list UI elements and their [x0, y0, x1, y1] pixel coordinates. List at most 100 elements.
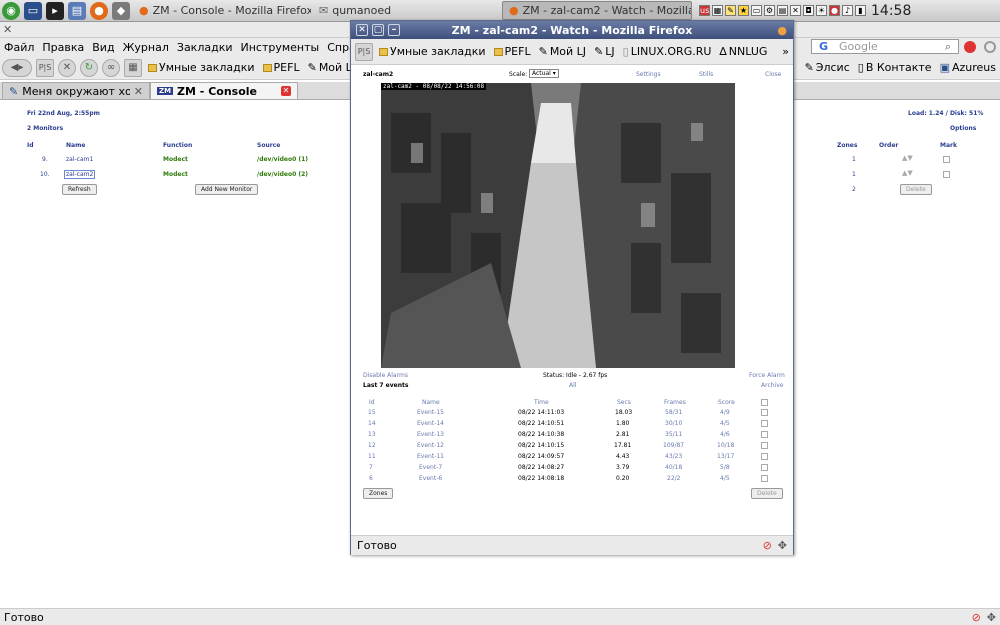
- volume-icon[interactable]: ♪: [842, 5, 853, 16]
- scale-select[interactable]: Actual ▾: [529, 69, 559, 78]
- bookmark-my-lj[interactable]: ✎ Мой LJ: [535, 45, 590, 58]
- network-icon[interactable]: ▦: [712, 5, 723, 16]
- ev-col-time[interactable]: Time: [534, 399, 549, 406]
- zones-button[interactable]: Zones: [363, 488, 394, 499]
- addon-icon[interactable]: ✥: [987, 611, 996, 624]
- grid-icon[interactable]: ▦: [124, 58, 142, 77]
- event-checkbox[interactable]: [761, 409, 768, 416]
- trash-icon[interactable]: ✕: [790, 5, 801, 16]
- task-watch[interactable]: ● ZM - zal-cam2 - Watch - Mozilla Firefo…: [502, 1, 692, 20]
- select-all-checkbox[interactable]: [761, 399, 768, 406]
- bookmark-smart[interactable]: Умные закладки: [375, 45, 490, 58]
- bookmark-nnlug[interactable]: ∆ NNLUG: [715, 45, 771, 58]
- folder-icon[interactable]: ▭: [751, 5, 762, 16]
- tab-close-icon[interactable]: ✕: [281, 86, 291, 96]
- monitor-source[interactable]: /dev/video0 (2): [257, 171, 308, 178]
- menu-edit[interactable]: Правка: [38, 41, 88, 54]
- tab-other[interactable]: ✎ Меня окружают хорош... ✕: [2, 82, 150, 99]
- notes-icon[interactable]: ✎: [725, 5, 736, 16]
- force-alarm-link[interactable]: Force Alarm: [749, 372, 785, 379]
- adblock-status-icon[interactable]: ⊘: [763, 539, 772, 552]
- event-checkbox[interactable]: [761, 431, 768, 438]
- monitor-source[interactable]: /dev/video0 (1): [257, 156, 308, 163]
- adblock-icon[interactable]: [964, 41, 976, 53]
- addon-icon[interactable]: ✥: [778, 539, 787, 552]
- minimize-icon[interactable]: –: [388, 24, 400, 36]
- event-checkbox[interactable]: [761, 475, 768, 482]
- monitor-function[interactable]: Modect: [163, 156, 188, 163]
- ev-col-frames[interactable]: Frames: [664, 399, 686, 406]
- all-link[interactable]: All: [569, 382, 576, 389]
- ps-icon[interactable]: P|S: [355, 42, 373, 61]
- bookmark-elsis[interactable]: ✎ Элсис: [801, 61, 854, 74]
- ev-col-id[interactable]: Id: [369, 399, 375, 406]
- event-checkbox[interactable]: [761, 453, 768, 460]
- disable-alarms-link[interactable]: Disable Alarms: [363, 372, 408, 379]
- col-mark[interactable]: Mark: [940, 142, 957, 149]
- bookmark-vkontakte[interactable]: ▯ В Контакте: [854, 61, 936, 74]
- terminal-icon[interactable]: ▸: [46, 1, 64, 20]
- bookmark-smart[interactable]: Умные закладки: [144, 61, 259, 74]
- order-arrows-icon[interactable]: ▲▼: [902, 169, 913, 177]
- close-icon[interactable]: ✕: [356, 24, 368, 36]
- tab-close-icon[interactable]: ✕: [134, 85, 143, 98]
- ev-col-secs[interactable]: Secs: [617, 399, 631, 406]
- col-zones[interactable]: Zones: [837, 142, 857, 149]
- menu-tools[interactable]: Инструменты: [237, 41, 324, 54]
- stills-link[interactable]: Stills: [699, 71, 713, 78]
- col-order[interactable]: Order: [879, 142, 898, 149]
- archive-link[interactable]: Archive: [761, 382, 783, 389]
- refresh-button[interactable]: Refresh: [62, 184, 97, 195]
- monitor-zones[interactable]: 1: [852, 156, 856, 163]
- stop-icon[interactable]: ✕: [58, 58, 76, 77]
- delete-button[interactable]: Delete: [900, 184, 932, 195]
- bookmark-pefl[interactable]: PEFL: [259, 61, 304, 74]
- power-icon[interactable]: ●: [829, 5, 840, 16]
- order-arrows-icon[interactable]: ▲▼: [902, 154, 913, 162]
- firefox-launcher-icon[interactable]: ●: [90, 1, 108, 20]
- add-monitor-button[interactable]: Add New Monitor: [195, 184, 259, 195]
- options-link[interactable]: Options: [950, 125, 976, 132]
- bookmark-lj[interactable]: ✎ LJ: [590, 45, 619, 58]
- monitors-link[interactable]: 2 Monitors: [27, 125, 63, 132]
- menu-file[interactable]: Файл: [0, 41, 38, 54]
- menu-bookmarks[interactable]: Закладки: [173, 41, 237, 54]
- weather-icon[interactable]: ☀: [816, 5, 827, 16]
- file-manager-icon[interactable]: ▤: [68, 1, 86, 20]
- maximize-icon[interactable]: ▢: [372, 24, 384, 36]
- ev-col-score[interactable]: Score: [718, 399, 735, 406]
- mark-checkbox[interactable]: [943, 156, 950, 163]
- start-menu-icon[interactable]: ◉: [2, 1, 20, 20]
- delete-events-button[interactable]: Delete: [751, 488, 783, 499]
- search-box[interactable]: G Google ⌕: [811, 39, 959, 54]
- app-launcher-icon[interactable]: ◆: [112, 1, 130, 20]
- event-checkbox[interactable]: [761, 442, 768, 449]
- reload-icon[interactable]: ↻: [80, 58, 98, 77]
- desktop-icon[interactable]: ▭: [24, 1, 42, 20]
- task-console[interactable]: ● ZM - Console - Mozilla Firefox: [132, 1, 312, 20]
- chevron-right-icon[interactable]: »: [782, 45, 793, 58]
- search-icon[interactable]: ⌕: [941, 40, 955, 54]
- settings-link[interactable]: Settings: [636, 71, 661, 78]
- col-source[interactable]: Source: [257, 142, 280, 149]
- event-checkbox[interactable]: [761, 420, 768, 427]
- event-checkbox[interactable]: [761, 464, 768, 471]
- col-function[interactable]: Function: [163, 142, 192, 149]
- mark-checkbox[interactable]: [943, 171, 950, 178]
- camera-icon[interactable]: ◘: [803, 5, 814, 16]
- col-name[interactable]: Name: [66, 142, 85, 149]
- col-id[interactable]: Id: [27, 142, 34, 149]
- bookmark-pefl[interactable]: PEFL: [490, 45, 535, 58]
- tab-console[interactable]: ZM ZM - Console ✕: [150, 82, 298, 99]
- bookmark-linux-org-ru[interactable]: ▯ LINUX.ORG.RU: [619, 45, 716, 58]
- task-qumanoed[interactable]: ✉ qumanoed: [312, 1, 502, 20]
- keyboard-layout-icon[interactable]: us: [699, 5, 710, 16]
- back-button[interactable]: ◀▸: [2, 58, 32, 77]
- tasks-icon[interactable]: ▤: [777, 5, 788, 16]
- monitor-zones[interactable]: 1: [852, 171, 856, 178]
- chain-icon[interactable]: ∞: [102, 58, 120, 77]
- ev-col-name[interactable]: Name: [422, 399, 440, 406]
- ps-icon[interactable]: P|S: [36, 58, 54, 77]
- monitor-function[interactable]: Modect: [163, 171, 188, 178]
- bookmark-azureus[interactable]: ▣ Azureus: [936, 61, 1000, 74]
